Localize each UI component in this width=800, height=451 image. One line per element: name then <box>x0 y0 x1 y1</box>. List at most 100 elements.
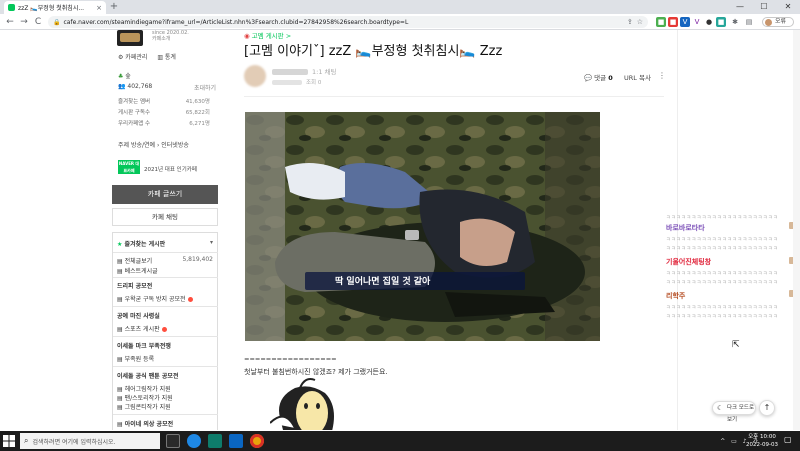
edge-icon[interactable] <box>187 434 201 448</box>
windows-taskbar: ⌕ 검색하려면 여기에 입력하십시오. ^ ▭ ♪ 가 오후 10:00 202… <box>0 431 800 451</box>
dropdown-icon[interactable]: ▾ <box>210 239 213 246</box>
header-divider <box>244 96 664 97</box>
address-bar[interactable]: 🔒 cafe.naver.com/steamindiegame?iframe_u… <box>48 16 648 28</box>
new-badge-icon <box>187 297 193 302</box>
fantoon-label: 그림콘티작가 지원 <box>124 404 171 411</box>
post-image[interactable]: 딱 일어나면 집일 것 같아 <box>245 112 600 341</box>
rank-name-text: 리학주 <box>666 292 686 300</box>
avatar[interactable] <box>244 65 266 87</box>
browser-toolbar: ← → C 🔒 cafe.naver.com/steamindiegame?if… <box>0 14 800 30</box>
sidebar-item-all-posts[interactable]: ▤ 전체글보기 5,819,402 <box>117 256 215 265</box>
naver-representative-badge: NAVER 대표카페 <box>118 160 140 174</box>
notification-icon[interactable]: ▢ <box>784 435 794 447</box>
rank-snippet: ㅋㅋㅋㅋㅋㅋㅋㅋㅋㅋㅋㅋㅋㅋㅋㅋㅋㅋㅋㅋㅋㅋ <box>666 215 779 221</box>
rank-snippet: ㅋㅋㅋㅋㅋㅋㅋㅋㅋㅋㅋㅋㅋㅋㅋㅋㅋㅋㅋㅋㅋㅋ <box>666 305 779 311</box>
author-name[interactable]: 1:1 채팅 <box>272 66 337 76</box>
list-icon: ▤ <box>117 395 125 402</box>
invite-link[interactable]: 초대하기 <box>194 83 216 92</box>
cafe-logo[interactable] <box>117 30 143 46</box>
extension-v-icon[interactable]: V <box>692 17 702 27</box>
cafe-favicon-icon <box>8 4 15 11</box>
cafe-chat-button[interactable]: 카페 채팅 <box>112 208 218 226</box>
reload-button[interactable]: C <box>32 16 44 28</box>
sidebar-item-fantoon-3[interactable]: ▤ 그림콘티작가 지원 <box>117 402 215 411</box>
reply-count-button[interactable]: 💬 댓글 0 <box>584 72 613 82</box>
clock[interactable]: 오후 10:00 2022-09-03 <box>746 433 778 449</box>
vscode-icon[interactable] <box>229 434 243 448</box>
contest-label: 우왁굳 구독 방지 공모전 <box>124 296 186 303</box>
sidebar-item-sports[interactable]: ▤ 스포츠 게시판 <box>117 324 215 333</box>
extensions-puzzle-icon[interactable]: ✱ <box>730 17 740 27</box>
tab-title: zzZ 🛌부정형 첫취침시... <box>18 5 85 12</box>
board-menu: ★ 즐겨찾는 게시판 ▾ ▤ 전체글보기 5,819,402 ▤ 베스트게시글 드리… <box>112 232 218 430</box>
sidebar-item-tribe[interactable]: ▤ 부족원 등록 <box>117 354 215 363</box>
windows-start-icon[interactable] <box>2 434 16 448</box>
rank-snippet: ㅋㅋㅋㅋㅋㅋㅋㅋㅋㅋㅋㅋㅋㅋㅋㅋㅋㅋㅋㅋㅋㅋ <box>666 280 779 286</box>
section-title: 이세돌 공식 팬툰 공모전 <box>117 373 179 380</box>
sidebar-item-fantoon-2[interactable]: ▤ 팬/스토리작가 지원 <box>117 393 215 402</box>
members-count[interactable]: 402,768 <box>127 83 152 90</box>
topic-row[interactable]: 주제 방송/연예 › 인터넷방송 <box>118 140 189 149</box>
divider <box>113 306 218 307</box>
forward-button[interactable]: → <box>18 16 30 28</box>
cafe-manager-link[interactable]: 카페관리 <box>125 54 147 61</box>
task-view-icon[interactable] <box>166 434 180 448</box>
back-button[interactable]: ← <box>4 16 16 28</box>
clock-date: 2022-09-03 <box>746 442 778 448</box>
mouse-cursor-icon: ⇱ <box>732 340 740 350</box>
page-scrollbar[interactable] <box>793 30 800 430</box>
stat-label: 즐겨찾는 멤버 <box>118 99 151 105</box>
maximize-icon[interactable]: ☐ <box>752 0 776 14</box>
active-tab[interactable]: zzZ 🛌부정형 첫취침시... × <box>4 1 106 14</box>
sidebar-item-contest[interactable]: ▤ 우왁굳 구독 방지 공모전 <box>117 294 215 303</box>
sidebar-item-fantoon-1[interactable]: ▤ 헤어그림작가 지원 <box>117 384 215 393</box>
close-window-icon[interactable]: ✕ <box>776 0 800 14</box>
rank-name[interactable]: 바로바로타타 <box>666 223 705 233</box>
divider <box>113 414 218 415</box>
profile-button[interactable]: 오류 <box>762 17 794 27</box>
tab-strip: zzZ 🛌부정형 첫취침시... × + — ☐ ✕ <box>0 0 800 14</box>
rank-name[interactable]: 기울어진체팅창 <box>666 257 711 267</box>
breadcrumb[interactable]: ◉ 고멤 게시판 > <box>244 30 291 40</box>
extension-blue-icon[interactable]: V <box>680 17 690 27</box>
board-icon: ◉ <box>244 32 250 40</box>
lock-icon: 🔒 <box>53 18 61 26</box>
members-icon: 👥 <box>118 83 128 90</box>
extension-red-icon[interactable]: ■ <box>668 17 678 27</box>
fantoon-label: 헤어그림작가 지원 <box>124 386 171 393</box>
chrome-icon[interactable] <box>250 434 264 448</box>
new-tab-button[interactable]: + <box>108 1 120 13</box>
cafe-intro-link[interactable]: 카페소개 <box>152 36 189 42</box>
minimize-icon[interactable]: — <box>728 0 752 14</box>
extension-teal-icon[interactable]: ■ <box>716 17 726 27</box>
section-title: ▤ 아이네 의상 공모전 <box>117 419 215 428</box>
reading-list-icon[interactable]: ▤ <box>744 17 754 27</box>
stats-link[interactable]: 통계 <box>165 54 176 61</box>
scroll-top-button[interactable]: ↑ <box>759 400 775 416</box>
extension-dot-icon[interactable]: ● <box>704 17 714 27</box>
author-chat-link[interactable]: 1:1 채팅 <box>312 68 337 76</box>
level-label: 숲 <box>125 73 131 80</box>
share-icon[interactable]: ⇪ <box>627 18 633 26</box>
all-posts-label: 전체글보기 <box>124 258 153 265</box>
dark-mode-button[interactable]: 다크 모드로 보기 <box>712 401 756 423</box>
url-text[interactable]: cafe.naver.com/steamindiegame?iframe_url… <box>63 19 622 26</box>
stat-label: 우리카페앱 수 <box>118 121 151 127</box>
rank-name[interactable]: 리학주 <box>666 291 685 301</box>
list-icon: ▤ <box>117 404 125 411</box>
url-copy-button[interactable]: URL 복사 <box>624 72 651 82</box>
fav-boards-header[interactable]: ★ 즐겨찾는 게시판 ▾ <box>117 239 215 248</box>
close-tab-icon[interactable]: × <box>96 4 102 12</box>
taskbar-search-input[interactable]: ⌕ 검색하려면 여기에 입력하십시오. <box>20 433 160 449</box>
sidebar-item-best[interactable]: ▤ 베스트게시글 <box>117 266 215 275</box>
more-options-icon[interactable]: ⋮ <box>658 71 666 80</box>
badge-text: 2021년 대표 인기카페 <box>144 167 197 173</box>
extension-green-icon[interactable]: ■ <box>656 17 666 27</box>
cafe-info: since 2020.02. 카페소개 <box>152 30 189 42</box>
list-icon: ▤ <box>117 421 125 428</box>
image-caption: 딱 일어나면 집일 것 같아 <box>335 277 431 287</box>
bookmark-star-icon[interactable]: ☆ <box>637 18 643 26</box>
app-green-icon[interactable] <box>208 434 222 448</box>
cafe-manage-row: ⚙ 카페관리 ▥ 통계 <box>118 52 176 61</box>
cafe-write-button[interactable]: 카페 글쓰기 <box>112 185 218 204</box>
